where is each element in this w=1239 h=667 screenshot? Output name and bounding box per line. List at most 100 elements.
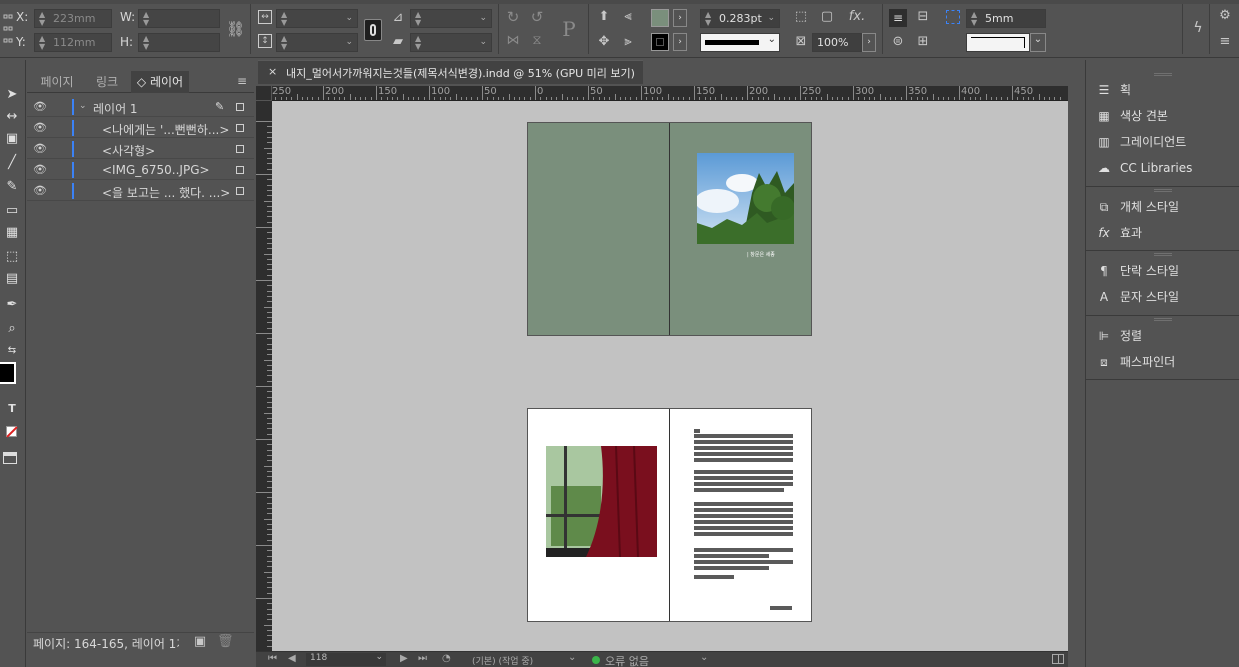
stroke-menu-button[interactable]: › (673, 33, 687, 51)
select-container-icon[interactable]: ⬆ (596, 9, 612, 24)
swap-colors-icon[interactable]: ⇆ (2, 342, 22, 360)
pencil-tool-icon[interactable]: ✎ (2, 178, 22, 196)
panel-grip[interactable] (1154, 318, 1172, 321)
panel-item-cc-libraries[interactable]: ☁ CC Libraries (1094, 159, 1192, 177)
document-tab[interactable]: × 내지_멀어서가까워지는것들(제목서식변경).indd @ 51% (GPU … (258, 60, 643, 84)
chevron-down-icon[interactable]: ⌄ (700, 652, 708, 663)
reference-point-icon[interactable] (3, 14, 13, 44)
panel-item-stroke[interactable]: ☰ 획 (1094, 81, 1131, 99)
offset-stepper-icon[interactable]: ▲ ▼ (971, 11, 977, 27)
vertical-ruler[interactable] (256, 101, 272, 651)
panel-item-paragraph-styles[interactable]: ¶ 단락 스타일 (1094, 262, 1179, 280)
tab-pages[interactable]: 페이지 (31, 71, 83, 93)
x-field[interactable]: ▲ ▼ 223mm (34, 9, 112, 28)
layer-item-row[interactable]: 👁 <IMG_6750..JPG> (27, 160, 254, 180)
content-collector-icon[interactable]: ▣ (2, 130, 22, 148)
opacity-menu-button[interactable]: › (862, 33, 876, 52)
align-center-icon[interactable]: ⊟ (914, 9, 932, 24)
trash-icon[interactable]: 🗑 (217, 634, 234, 649)
x-stepper-icon[interactable]: ▲ ▼ (39, 11, 45, 27)
select-previous-icon[interactable]: ⫷ (618, 9, 638, 24)
flip-horizontal-icon[interactable]: ⋈ (504, 33, 522, 48)
select-square[interactable] (236, 145, 244, 153)
scale-y-field[interactable]: ▲ ▼ ⌄ (276, 33, 358, 52)
next-page-icon[interactable]: ▶ (400, 653, 408, 664)
panel-grip[interactable] (1154, 189, 1172, 192)
corner-shape-select[interactable] (966, 33, 1030, 52)
inner-spread[interactable] (527, 408, 812, 622)
chevron-down-icon[interactable]: ⌄ (479, 34, 487, 51)
table-tool-icon[interactable]: ▦ (2, 224, 22, 242)
layer-item-row[interactable]: 👁 <사각형> (27, 139, 254, 159)
auto-fit-icon[interactable] (946, 10, 960, 24)
line-tool-icon[interactable]: ╱ (2, 154, 22, 172)
align-middle-icon[interactable]: ⊜ (889, 34, 907, 49)
align-top-button[interactable]: ≡ (889, 9, 907, 27)
new-layer-icon[interactable]: ▣ (193, 634, 207, 649)
shear-field[interactable]: ▲ ▼ ⌄ (410, 33, 492, 52)
y-stepper-icon[interactable]: ▲ ▼ (39, 35, 45, 51)
panel-item-swatches[interactable]: ▦ 색상 견본 (1094, 107, 1168, 125)
panel-item-character-styles[interactable]: A 문자 스타일 (1094, 288, 1179, 306)
gap-tool-icon[interactable]: ↔ (2, 108, 22, 126)
panel-grip[interactable] (1154, 253, 1172, 256)
panel-item-align[interactable]: ⊫ 정렬 (1094, 327, 1142, 345)
w-field[interactable]: ▲ ▼ (138, 9, 220, 28)
window-photo[interactable] (546, 446, 657, 557)
text-formatting-icon[interactable]: T (2, 400, 22, 418)
chevron-down-icon[interactable]: ⌄ (375, 652, 383, 662)
panel-item-effects[interactable]: fx 효과 (1094, 224, 1142, 242)
scale-x-stepper-icon[interactable]: ▲ ▼ (281, 11, 287, 27)
drop-shadow-icon[interactable]: ▢ (818, 9, 836, 24)
rotate-field[interactable]: ▲ ▼ ⌄ (410, 9, 492, 28)
panel-item-gradient[interactable]: ▥ 그레이디언트 (1094, 133, 1186, 151)
first-page-icon[interactable]: ⏮ (268, 653, 277, 664)
rotate-stepper-icon[interactable]: ▲ ▼ (415, 11, 421, 27)
offset-field[interactable]: ▲ ▼ 5mm (966, 9, 1046, 28)
y-field[interactable]: ▲ ▼ 112mm (34, 33, 112, 52)
flip-vertical-icon[interactable]: ⧖ (528, 33, 546, 48)
pasteboard[interactable]: | 창문은 세종 (272, 101, 1068, 651)
rotate-ccw-icon[interactable]: ↺ (528, 8, 546, 26)
select-content-icon[interactable]: ✥ (596, 34, 612, 49)
chevron-down-icon[interactable]: ⌄ (345, 34, 353, 51)
fill-stroke-swatch-icon[interactable] (0, 362, 16, 384)
chevron-down-icon[interactable]: ⌄ (345, 10, 353, 27)
h-stepper-icon[interactable]: ▲ ▼ (143, 35, 149, 51)
screen-mode-icon[interactable] (3, 452, 17, 464)
cover-photo[interactable] (697, 153, 794, 244)
effects-fx-icon[interactable]: fx. (846, 9, 868, 24)
chevron-down-icon[interactable]: ⌄ (1030, 33, 1046, 52)
ruler-origin[interactable] (256, 86, 272, 101)
zoom-tool-icon[interactable]: ⌕ (2, 320, 22, 338)
preflight-profile[interactable]: (기본) (작업 중) (472, 654, 533, 667)
previous-page-icon[interactable]: ◀ (288, 653, 296, 664)
close-icon[interactable]: × (268, 65, 277, 78)
constrain-proportions-icon[interactable]: ⛓ (226, 20, 245, 38)
rotate-cw-icon[interactable]: ↻ (504, 8, 522, 26)
tab-links[interactable]: 링크 (83, 71, 131, 93)
tab-layers[interactable]: ◇ 레이어 (131, 71, 189, 93)
layer-item-row[interactable]: 👁 <나에게는 '...뻔뻔하...> (27, 118, 254, 138)
w-stepper-icon[interactable]: ▲ ▼ (143, 11, 149, 27)
free-transform-icon[interactable]: ⬚ (2, 248, 22, 266)
panel-menu-icon[interactable]: ≡ (235, 74, 249, 88)
scale-x-field[interactable]: ▲ ▼ ⌄ (276, 9, 358, 28)
quick-apply-icon[interactable]: ϟ (1190, 20, 1206, 36)
preflight-icon[interactable]: ◔ (442, 653, 451, 664)
gradient-tool-icon[interactable]: ▤ (2, 270, 22, 288)
h-field[interactable]: ▲ ▼ (138, 33, 220, 52)
panel-item-pathfinder[interactable]: ⧈ 패스파인더 (1094, 353, 1175, 371)
constrain-scale-button[interactable] (364, 19, 382, 41)
vertical-scrollbar[interactable] (1068, 86, 1084, 667)
chevron-down-icon[interactable]: ⌄ (479, 10, 487, 27)
layer-row[interactable]: 👁 ⌄ 레이어 1 ✎ (27, 97, 254, 117)
fill-swatch[interactable] (651, 9, 669, 27)
select-square[interactable] (236, 187, 244, 195)
align-bottom-icon[interactable]: ⊞ (914, 34, 932, 49)
eye-icon[interactable]: 👁 (33, 142, 47, 155)
horizontal-ruler[interactable]: 250 200 150 100 50 0 50 100 150 200 250 300 350 400 45… (256, 86, 1068, 101)
eye-icon[interactable]: 👁 (33, 100, 47, 113)
chevron-down-icon[interactable]: ⌄ (768, 34, 776, 45)
frame-fitting-icon[interactable]: ⬚ (792, 9, 810, 24)
